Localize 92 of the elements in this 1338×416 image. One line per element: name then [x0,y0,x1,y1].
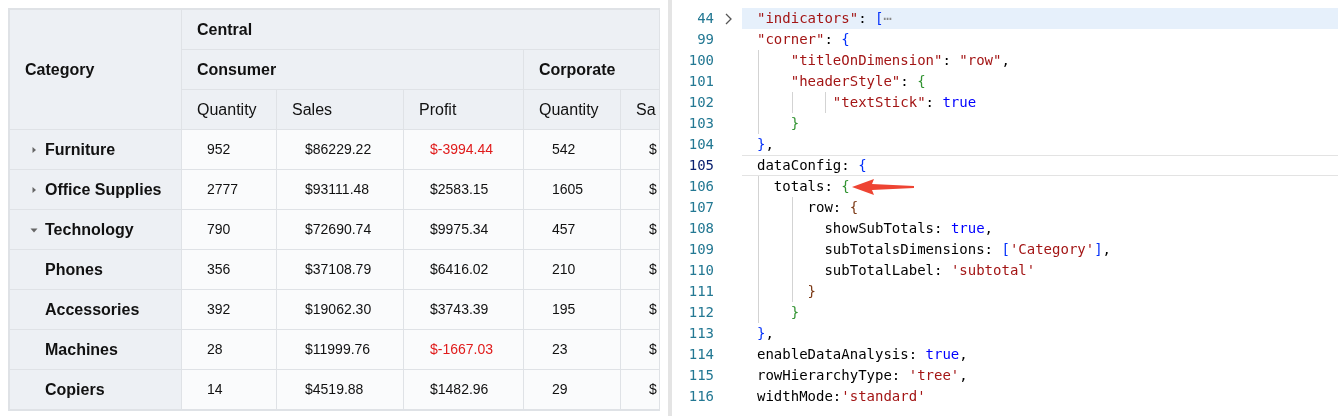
table-cell: $ [620,289,659,330]
line-number: 107 [687,198,714,217]
code-line: subTotalLabel: 'subtotal' [823,261,1036,280]
table-cell: 952 [181,129,277,170]
code-line: subTotalsDimensions: ['Category'], [823,240,1112,259]
line-number: 109 [687,240,714,259]
line-number: 105 [687,156,714,175]
line-number: 103 [687,114,714,133]
code-line: totals: { [772,177,850,196]
code-line: "textStick": true [831,93,977,112]
code-line: } [789,114,800,133]
table-cell: $2583.15 [403,169,524,210]
line-number: 108 [687,219,714,238]
table-cell: $ [620,249,659,290]
line-number: 110 [687,261,714,280]
code-line: "indicators": [⋯ [757,9,892,28]
table-cell: $ [620,129,659,170]
line-number: 115 [687,366,714,385]
code-line: enableDataAnalysis: true, [757,345,968,364]
expand-triangle-icon[interactable] [30,145,38,154]
table-cell: $86229.22 [276,129,404,170]
table-cell: $ [620,329,659,370]
row-header: Office Supplies [45,179,162,200]
table-cell: $93111.48 [276,169,404,210]
line-number: 102 [687,93,714,112]
code-line: widthMode:'standard' [757,387,926,406]
code-line: }, [757,135,774,154]
table-cell: 2777 [181,169,277,210]
table-cell: $-1667.03 [403,329,524,370]
table-cell: 542 [523,129,621,170]
table-cell: 23 [523,329,621,370]
line-number: 106 [687,177,714,196]
row-header: Furniture [45,139,116,160]
code-line: dataConfig: { [757,156,867,175]
fold-chevron-icon[interactable] [724,12,732,25]
table-cell: 14 [181,369,277,410]
line-number: 101 [687,72,714,91]
code-line: rowHierarchyType: 'tree', [757,366,968,385]
column-header: Quantity [181,89,277,130]
line-number: 112 [687,303,714,322]
row-header: Accessories [45,299,140,320]
line-number: 44 [696,9,714,28]
code-line: }, [757,324,774,343]
column-header: Consumer [181,49,524,90]
table-cell: 790 [181,209,277,250]
table-cell: 28 [181,329,277,370]
line-number: 111 [687,282,714,301]
line-number: 100 [687,51,714,70]
table-cell: $1482.96 [403,369,524,410]
code-line: } [789,303,800,322]
code-line: "headerStyle": { [789,72,926,91]
table-cell: 392 [181,289,277,330]
table-cell: $ [620,209,659,250]
table-cell: 210 [523,249,621,290]
line-number: 99 [696,30,714,49]
column-header: Central [181,9,659,50]
code-line: "corner": { [757,30,850,49]
expand-triangle-icon[interactable] [30,185,38,194]
table-cell: $3743.39 [403,289,524,330]
line-number: 114 [687,345,714,364]
table-cell: $11999.76 [276,329,404,370]
line-number: 104 [687,135,714,154]
table-cell: $19062.30 [276,289,404,330]
code-line: "titleOnDimension": "row", [789,51,1010,70]
table-cell: $37108.79 [276,249,404,290]
table-cell: $-3994.44 [403,129,524,170]
code-line: row: { [806,198,859,217]
column-header: Sales [276,89,404,130]
code-line: showSubTotals: true, [823,219,994,238]
table-cell: $6416.02 [403,249,524,290]
row-header: Copiers [45,379,105,400]
table-cell: $72690.74 [276,209,404,250]
line-number: 113 [687,324,714,343]
column-header: Category [9,9,182,130]
row-header: Technology [45,219,134,240]
table-cell: 195 [523,289,621,330]
column-header: Corporate [523,49,659,90]
row-header: Machines [45,339,118,360]
column-header: Profit [403,89,524,130]
table-cell: $ [620,369,659,410]
column-header: Quantity [523,89,621,130]
table-cell: 1605 [523,169,621,210]
code-line: } [806,282,816,301]
row-header: Phones [45,259,103,280]
table-cell: $ [620,169,659,210]
table-cell: $4519.88 [276,369,404,410]
table-cell: 457 [523,209,621,250]
column-header: Sa [620,89,659,130]
line-number: 116 [687,387,714,406]
table-cell: $9975.34 [403,209,524,250]
table-cell: 29 [523,369,621,410]
table-cell: 356 [181,249,277,290]
